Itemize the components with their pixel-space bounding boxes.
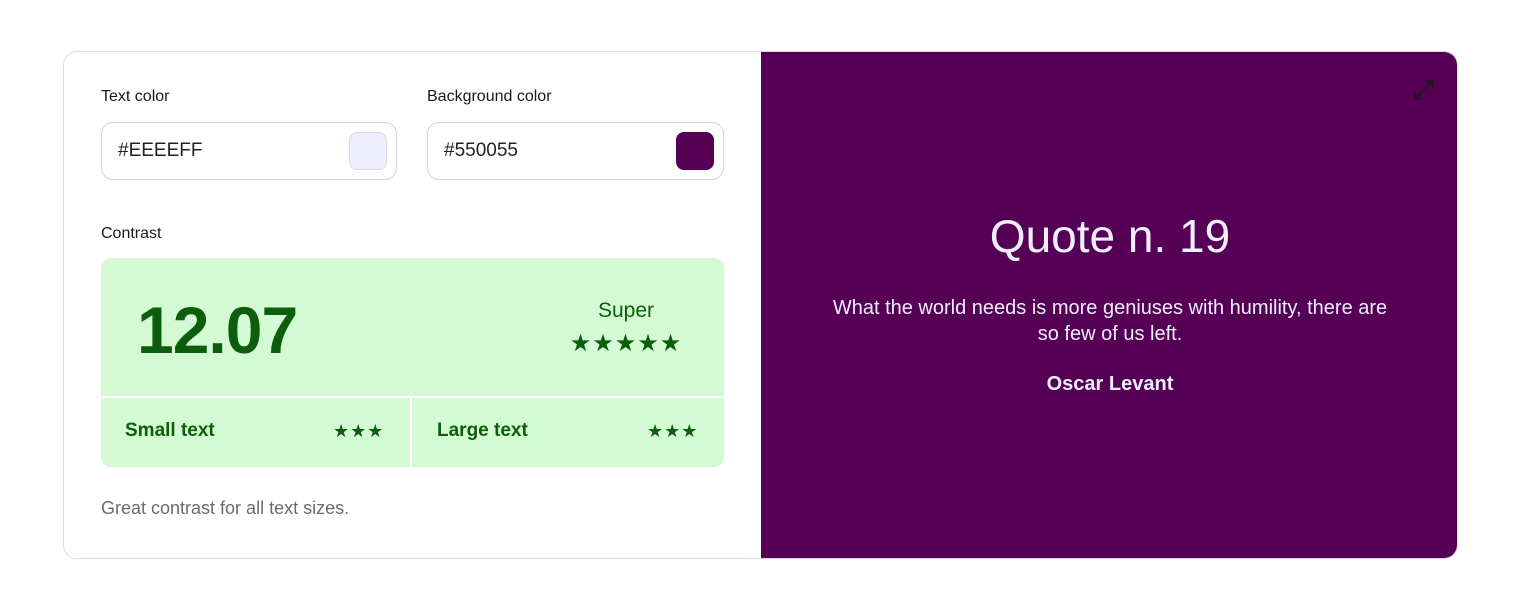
small-text-stars-icon: ★★★ bbox=[333, 421, 385, 441]
controls-panel: Text color #EEEEFF Background color #550… bbox=[64, 52, 761, 558]
background-color-swatch[interactable] bbox=[676, 132, 714, 170]
quote-title: Quote n. 19 bbox=[989, 210, 1231, 262]
text-color-value[interactable]: #EEEEFF bbox=[118, 140, 202, 162]
small-text-label: Small text bbox=[125, 420, 215, 441]
contrast-ratio: 12.07 bbox=[137, 293, 298, 367]
rating-stars-icon: ★★★★★ bbox=[569, 330, 683, 357]
large-text-label: Large text bbox=[437, 420, 528, 441]
text-color-label: Text color bbox=[101, 88, 170, 105]
divider bbox=[410, 396, 412, 467]
quote-text: What the world needs is more geniuses wi… bbox=[832, 297, 1388, 345]
contrast-rating: Super bbox=[597, 299, 655, 322]
contrast-label: Contrast bbox=[101, 225, 162, 242]
expand-icon[interactable] bbox=[1411, 77, 1437, 103]
large-text-stars-icon: ★★★ bbox=[647, 421, 699, 441]
text-color-field[interactable]: #EEEEFF bbox=[101, 122, 397, 180]
text-color-swatch[interactable] bbox=[349, 132, 387, 170]
background-color-value[interactable]: #550055 bbox=[444, 140, 518, 162]
background-color-label: Background color bbox=[427, 88, 552, 105]
contrast-checker-card: Text color #EEEEFF Background color #550… bbox=[63, 51, 1458, 559]
contrast-result-box: 12.07 Super ★★★★★ Small text ★★★ Large t… bbox=[101, 258, 724, 467]
preview-panel: Quote n. 19 What the world needs is more… bbox=[761, 52, 1457, 558]
contrast-summary: Great contrast for all text sizes. bbox=[101, 498, 350, 518]
background-color-field[interactable]: #550055 bbox=[427, 122, 724, 180]
quote-author: Oscar Levant bbox=[1046, 373, 1174, 395]
divider bbox=[101, 396, 724, 398]
